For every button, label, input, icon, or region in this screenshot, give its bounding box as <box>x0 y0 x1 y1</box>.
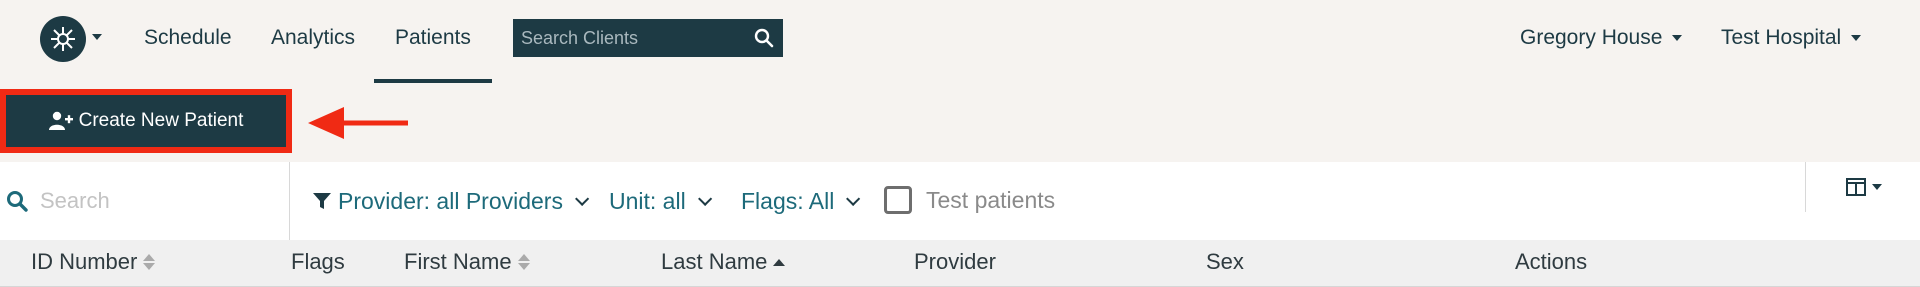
org-menu[interactable]: Test Hospital <box>1721 24 1862 52</box>
divider <box>1805 162 1806 212</box>
column-header-last-name[interactable]: Last Name <box>661 248 786 276</box>
provider-filter[interactable]: Provider: all Providers <box>312 186 590 216</box>
sort-icon[interactable] <box>143 254 156 270</box>
patients-table-header: ID Number Flags First Name Last Name Pro… <box>0 240 1920 287</box>
column-header-label: ID Number <box>31 249 138 274</box>
column-header-label: Sex <box>1206 249 1244 274</box>
nav-item-patients[interactable]: Patients <box>395 24 471 52</box>
column-header-label: Actions <box>1515 249 1588 274</box>
unit-filter[interactable]: Unit: all <box>609 186 712 216</box>
column-header-label: First Name <box>404 249 512 274</box>
filter-icon <box>313 193 331 209</box>
column-header-label: Flags <box>291 249 345 274</box>
search-clients-input[interactable] <box>521 27 753 49</box>
sort-ascending-icon[interactable] <box>773 258 786 266</box>
column-header-sex: Sex <box>1206 248 1244 276</box>
flags-filter[interactable]: Flags: All <box>741 186 861 216</box>
logo-menu-caret-icon[interactable] <box>92 34 102 40</box>
column-header-label: Provider <box>914 249 996 274</box>
chevron-down-icon <box>697 191 712 206</box>
user-plus-icon <box>48 111 73 130</box>
column-header-actions: Actions <box>1515 248 1587 276</box>
columns-icon <box>1846 178 1866 196</box>
patient-search-input[interactable] <box>40 188 260 214</box>
columns-toggle-button[interactable] <box>1846 178 1882 196</box>
filter-bar: Provider: all Providers Unit: all Flags:… <box>0 162 1920 240</box>
nav-item-schedule[interactable]: Schedule <box>144 24 232 52</box>
sort-icon[interactable] <box>517 254 530 270</box>
nav-item-analytics[interactable]: Analytics <box>271 24 355 52</box>
search-icon[interactable] <box>753 27 775 49</box>
provider-filter-label: Provider: all Providers <box>338 188 563 214</box>
user-menu-label: Gregory House <box>1520 26 1663 49</box>
user-menu[interactable]: Gregory House <box>1520 24 1683 52</box>
patient-search <box>0 162 290 240</box>
chevron-down-icon <box>1872 184 1882 190</box>
create-new-patient-button[interactable]: Create New Patient <box>6 95 286 147</box>
test-patients-toggle[interactable]: Test patients <box>884 186 1055 214</box>
unit-filter-label: Unit: all <box>609 188 686 214</box>
top-navbar: Schedule Analytics Patients Gregory Hous… <box>0 0 1920 162</box>
column-header-id-number[interactable]: ID Number <box>31 248 156 276</box>
search-icon <box>7 191 28 212</box>
logo-icon[interactable] <box>40 16 86 62</box>
column-header-first-name[interactable]: First Name <box>404 248 530 276</box>
chevron-down-icon <box>1851 35 1862 41</box>
column-header-label: Last Name <box>661 249 768 274</box>
create-new-patient-label: Create New Patient <box>78 110 244 131</box>
nav-active-indicator <box>374 79 492 83</box>
test-patients-checkbox[interactable] <box>884 186 912 214</box>
flags-filter-label: Flags: All <box>741 188 835 214</box>
column-header-flags: Flags <box>291 248 345 276</box>
chevron-down-icon <box>1672 35 1683 41</box>
chevron-down-icon <box>846 191 861 206</box>
chevron-down-icon <box>575 191 590 206</box>
org-menu-label: Test Hospital <box>1721 26 1842 49</box>
test-patients-label: Test patients <box>926 186 1056 213</box>
arrow-left-icon <box>308 107 408 139</box>
column-header-provider: Provider <box>914 248 996 276</box>
search-clients-box <box>513 19 783 57</box>
